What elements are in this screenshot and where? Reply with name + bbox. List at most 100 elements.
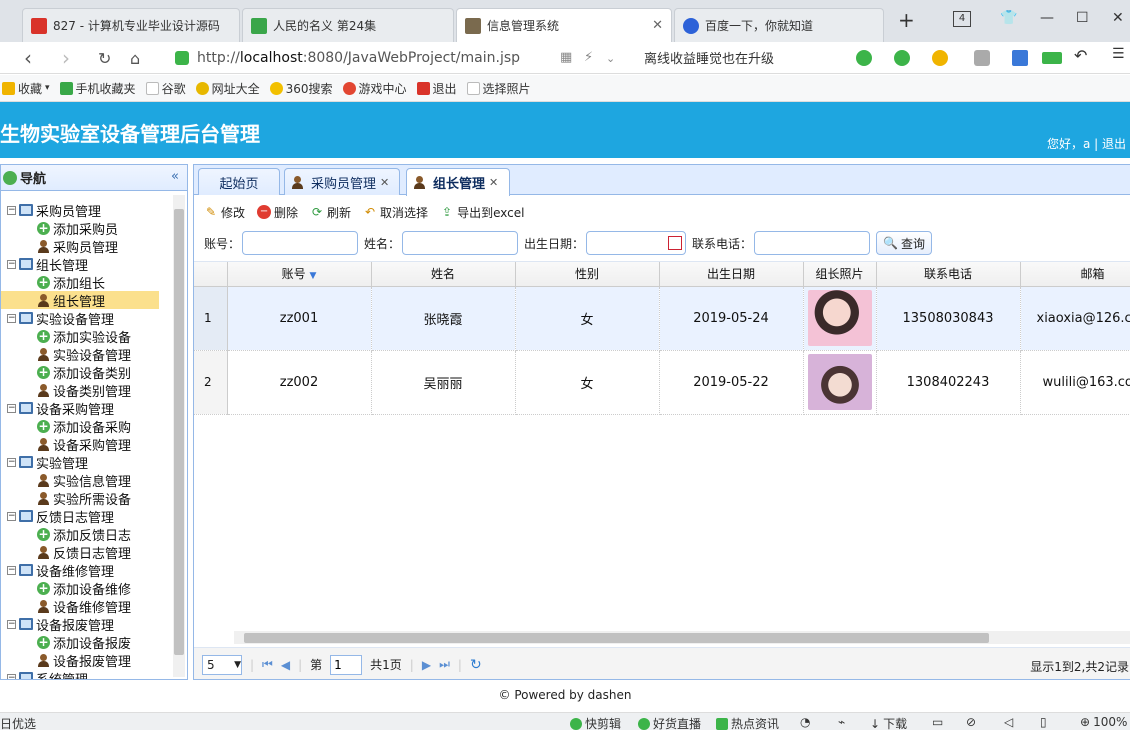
page-size-select[interactable]: 5 ▼ bbox=[202, 654, 242, 675]
column-header-birth-date[interactable]: 出生日期 bbox=[659, 262, 804, 287]
nav-group[interactable]: − 设备维修管理 bbox=[1, 561, 187, 580]
nav-item[interactable]: 设备类别管理 bbox=[1, 381, 187, 400]
nav-scroll-thumb[interactable] bbox=[174, 209, 184, 655]
shirt-icon[interactable]: 👕 bbox=[1000, 10, 1017, 26]
browser-tab-4[interactable]: 百度一下，你就知道 bbox=[674, 8, 884, 42]
grid-horizontal-scrollbar[interactable] bbox=[234, 631, 1130, 644]
reload-icon[interactable]: ↻ bbox=[470, 657, 482, 673]
nav-item[interactable]: + 添加设备报废 bbox=[1, 633, 187, 652]
zoom-control[interactable]: ⊕ 100% bbox=[1080, 715, 1127, 729]
collapse-toggle-icon[interactable]: − bbox=[7, 457, 16, 467]
grid-scroll-thumb[interactable] bbox=[244, 633, 989, 643]
tab-leader-management[interactable]: 组长管理 ✕ bbox=[406, 168, 510, 196]
table-row[interactable]: 2 zz002 吴丽丽 女 2019-05-22 1308402243 wuli… bbox=[194, 350, 1130, 415]
refresh-icon[interactable]: ↻ bbox=[98, 49, 111, 68]
close-window-icon[interactable]: ✕ bbox=[1112, 10, 1124, 26]
last-page-icon[interactable]: ⏭ bbox=[439, 657, 450, 672]
close-tab-icon[interactable]: ✕ bbox=[652, 18, 663, 33]
close-tab-icon[interactable]: ✕ bbox=[489, 176, 498, 189]
collapse-toggle-icon[interactable]: − bbox=[7, 403, 16, 413]
nav-group[interactable]: − 系统管理 bbox=[1, 669, 187, 679]
home-icon[interactable]: ⌂ bbox=[130, 49, 140, 68]
nav-group[interactable]: − 设备采购管理 bbox=[1, 399, 187, 418]
nav-item[interactable]: + 添加设备维修 bbox=[1, 579, 187, 598]
collapse-toggle-icon[interactable]: − bbox=[7, 313, 16, 323]
next-page-icon[interactable]: ▶ bbox=[422, 658, 431, 672]
column-header-photo[interactable]: 组长照片 bbox=[803, 262, 877, 287]
battery-extension-icon[interactable] bbox=[1042, 52, 1062, 64]
phone-input[interactable] bbox=[754, 231, 871, 255]
status-item-live[interactable]: 好货直播 bbox=[638, 715, 701, 732]
first-page-icon[interactable]: ⏮ bbox=[262, 657, 273, 672]
browser-tab-2[interactable]: 人民的名义 第24集 bbox=[242, 8, 454, 42]
collapse-toggle-icon[interactable]: − bbox=[7, 565, 16, 575]
nav-item[interactable]: 实验信息管理 bbox=[1, 471, 187, 490]
nav-scrollbar[interactable] bbox=[173, 195, 185, 677]
browser-tab-1[interactable]: 827 - 计算机专业毕业设计源码 bbox=[22, 8, 240, 42]
back-icon[interactable]: ‹ bbox=[24, 46, 32, 70]
bookmark-games[interactable]: 游戏中心 bbox=[342, 80, 407, 97]
layout-icon[interactable]: ▯ bbox=[1040, 715, 1047, 729]
collapse-toggle-icon[interactable]: − bbox=[7, 619, 16, 629]
logout-link[interactable]: 退出 bbox=[1102, 137, 1126, 151]
delete-button[interactable]: − 删除 bbox=[257, 204, 298, 221]
nav-item[interactable]: 反馈日志管理 bbox=[1, 543, 187, 562]
column-header-email[interactable]: 邮箱 bbox=[1020, 262, 1130, 287]
nav-group[interactable]: − 实验管理 bbox=[1, 453, 187, 472]
bookmark-select-photo[interactable]: 选择照片 bbox=[466, 80, 531, 97]
nav-item[interactable]: + 添加设备采购 bbox=[1, 417, 187, 436]
collapse-toggle-icon[interactable]: − bbox=[7, 259, 16, 269]
window-icon[interactable]: ▭ bbox=[932, 715, 943, 729]
screenshot-extension-icon[interactable] bbox=[974, 50, 990, 66]
nav-item[interactable]: 实验设备管理 bbox=[1, 345, 187, 364]
forward-icon[interactable]: › bbox=[62, 46, 70, 70]
tab-count-badge[interactable]: 4 bbox=[953, 11, 971, 27]
column-header-account[interactable]: 账号 ▼ bbox=[227, 262, 372, 287]
volume-icon[interactable]: ◁ bbox=[1004, 715, 1013, 729]
nav-group[interactable]: − 设备报废管理 bbox=[1, 615, 187, 634]
nav-group[interactable]: − 采购员管理 bbox=[1, 201, 187, 220]
qr-code-icon[interactable]: ▦ bbox=[560, 50, 572, 65]
bookmark-favorites[interactable]: 收藏 ▾ bbox=[2, 80, 50, 97]
collapse-nav-button[interactable]: « bbox=[171, 169, 179, 184]
bookmark-mobile[interactable]: 手机收藏夹 bbox=[59, 80, 136, 97]
nav-item[interactable]: + 添加采购员 bbox=[1, 219, 187, 238]
name-input[interactable] bbox=[402, 231, 519, 255]
tab-purchaser-management[interactable]: 采购员管理 ✕ bbox=[284, 168, 400, 195]
minimize-icon[interactable]: — bbox=[1040, 10, 1054, 26]
nav-group[interactable]: − 反馈日志管理 bbox=[1, 507, 187, 526]
bookmark-360-search[interactable]: 360搜索 bbox=[269, 80, 333, 97]
nav-item[interactable]: 设备采购管理 bbox=[1, 435, 187, 454]
chevron-down-icon[interactable]: ⌄ bbox=[606, 52, 615, 65]
status-item-download[interactable]: ↓ 下载 bbox=[870, 715, 907, 732]
speed-icon[interactable]: ◔ bbox=[800, 715, 810, 729]
undo-icon[interactable]: ↶ bbox=[1074, 46, 1090, 65]
nav-item[interactable]: 设备报废管理 bbox=[1, 651, 187, 670]
edit-button[interactable]: ✎ 修改 bbox=[204, 204, 245, 221]
birth-date-input[interactable] bbox=[586, 231, 687, 255]
collapse-toggle-icon[interactable]: − bbox=[7, 673, 16, 679]
scissors-extension-icon[interactable] bbox=[856, 50, 872, 66]
nav-item[interactable]: 采购员管理 bbox=[1, 237, 187, 256]
page-number-input[interactable] bbox=[330, 654, 363, 675]
deselect-button[interactable]: ↶ 取消选择 bbox=[363, 204, 428, 221]
calendar-icon[interactable] bbox=[668, 236, 683, 250]
column-header-phone[interactable]: 联系电话 bbox=[876, 262, 1021, 287]
column-header-gender[interactable]: 性别 bbox=[515, 262, 660, 287]
browser-tab-3[interactable]: 信息管理系统 ✕ bbox=[456, 8, 672, 42]
collapse-toggle-icon[interactable]: − bbox=[7, 205, 16, 215]
lightning-icon[interactable]: ⚡ bbox=[584, 50, 593, 65]
collapse-toggle-icon[interactable]: − bbox=[7, 511, 16, 521]
nav-item[interactable]: + 添加设备类别 bbox=[1, 363, 187, 382]
nav-item[interactable]: + 添加反馈日志 bbox=[1, 525, 187, 544]
translate-extension-icon[interactable] bbox=[894, 50, 910, 66]
nav-item[interactable]: 实验所需设备 bbox=[1, 489, 187, 508]
status-item-news[interactable]: 热点资讯 bbox=[716, 715, 779, 732]
bookmark-sites[interactable]: 网址大全 bbox=[195, 80, 260, 97]
column-header-name[interactable]: 姓名 bbox=[371, 262, 516, 287]
prohibited-icon[interactable]: ⊘ bbox=[966, 715, 976, 729]
table-row[interactable]: 1 zz001 张晓霞 女 2019-05-24 13508030843 xia… bbox=[194, 286, 1130, 351]
nav-group[interactable]: − 实验设备管理 bbox=[1, 309, 187, 328]
new-tab-button[interactable]: + bbox=[898, 8, 915, 32]
shield-status-icon[interactable]: ⌁ bbox=[838, 715, 845, 729]
